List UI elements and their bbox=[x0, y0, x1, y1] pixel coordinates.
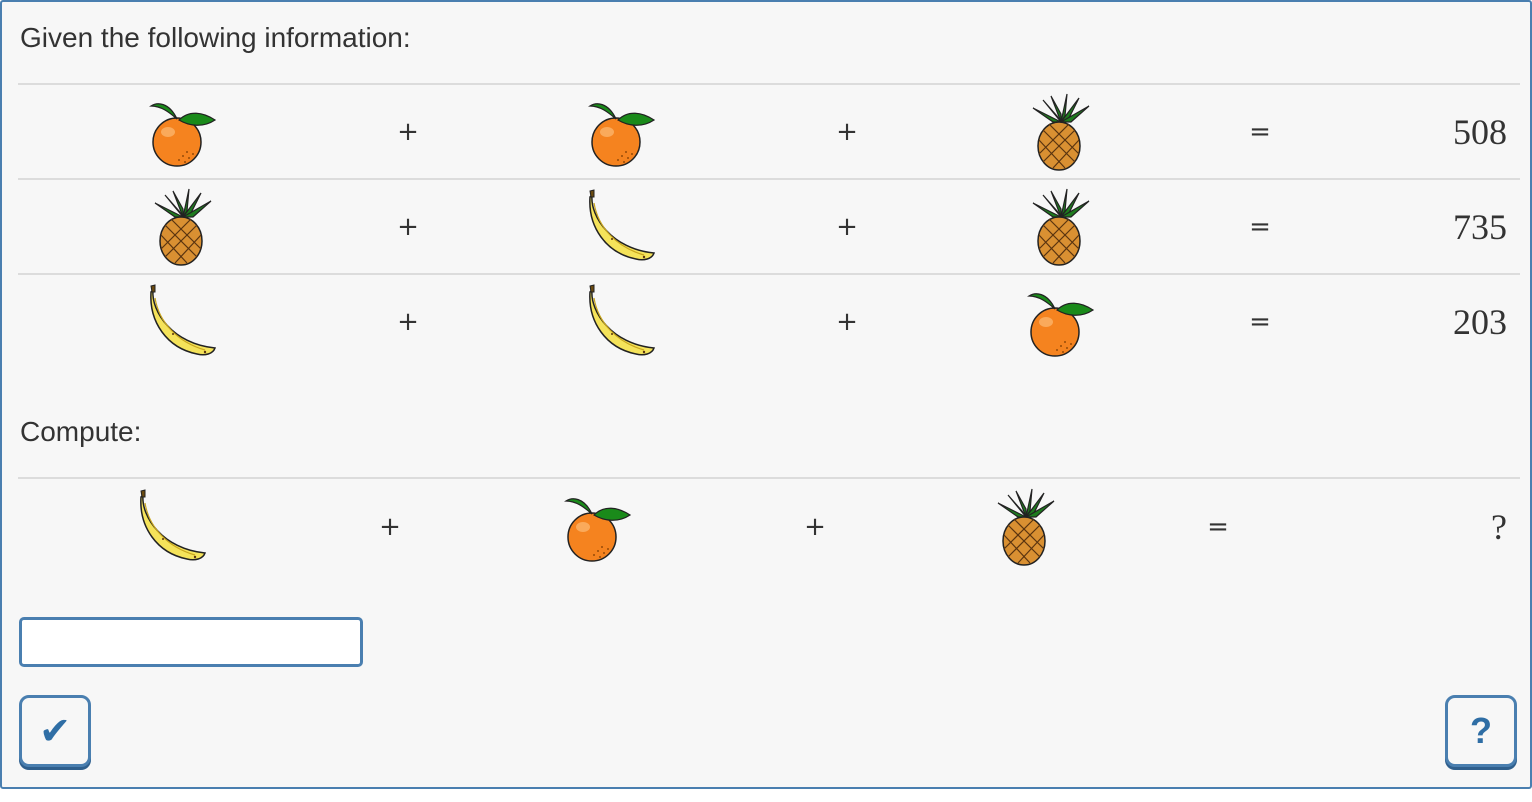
banana-icon bbox=[582, 187, 662, 267]
check-button[interactable]: ✔ bbox=[19, 695, 91, 767]
question-row: + + = ? bbox=[18, 480, 1520, 574]
banana-icon bbox=[582, 282, 662, 362]
equation-row: + + = 735 bbox=[18, 180, 1520, 274]
equation-row: + + = 508 bbox=[18, 85, 1520, 179]
pineapple-icon bbox=[986, 487, 1066, 567]
orange-icon bbox=[1021, 282, 1101, 362]
plus-operator: + bbox=[397, 117, 419, 147]
orange-icon bbox=[143, 92, 223, 172]
plus-operator: + bbox=[836, 307, 858, 337]
equation-result: 203 bbox=[1453, 302, 1507, 342]
help-button[interactable]: ? bbox=[1445, 695, 1517, 767]
banana-icon bbox=[133, 487, 213, 567]
answer-input[interactable] bbox=[19, 617, 363, 667]
orange-icon bbox=[582, 92, 662, 172]
plus-operator: + bbox=[379, 512, 401, 542]
plus-operator: + bbox=[836, 117, 858, 147]
plus-operator: + bbox=[804, 512, 826, 542]
equals-operator: = bbox=[1249, 307, 1271, 337]
question-icon: ? bbox=[1470, 710, 1492, 751]
question-result: ? bbox=[1491, 507, 1507, 547]
compute-heading: Compute: bbox=[20, 416, 142, 447]
intro-heading: Given the following information: bbox=[20, 22, 411, 53]
divider bbox=[18, 477, 1520, 479]
equals-operator: = bbox=[1207, 512, 1229, 542]
plus-operator: + bbox=[397, 307, 419, 337]
orange-icon bbox=[558, 487, 638, 567]
equation-result: 508 bbox=[1453, 112, 1507, 152]
equation-result: 735 bbox=[1453, 207, 1507, 247]
equals-operator: = bbox=[1249, 212, 1271, 242]
checkmark-icon: ✔ bbox=[39, 709, 71, 753]
equation-row: + + = 203 bbox=[18, 275, 1520, 369]
plus-operator: + bbox=[836, 212, 858, 242]
plus-operator: + bbox=[397, 212, 419, 242]
pineapple-icon bbox=[1021, 92, 1101, 172]
equals-operator: = bbox=[1249, 117, 1271, 147]
pineapple-icon bbox=[1021, 187, 1101, 267]
puzzle-panel: Given the following information: + + = 5… bbox=[0, 0, 1532, 789]
pineapple-icon bbox=[143, 187, 223, 267]
banana-icon bbox=[143, 282, 223, 362]
